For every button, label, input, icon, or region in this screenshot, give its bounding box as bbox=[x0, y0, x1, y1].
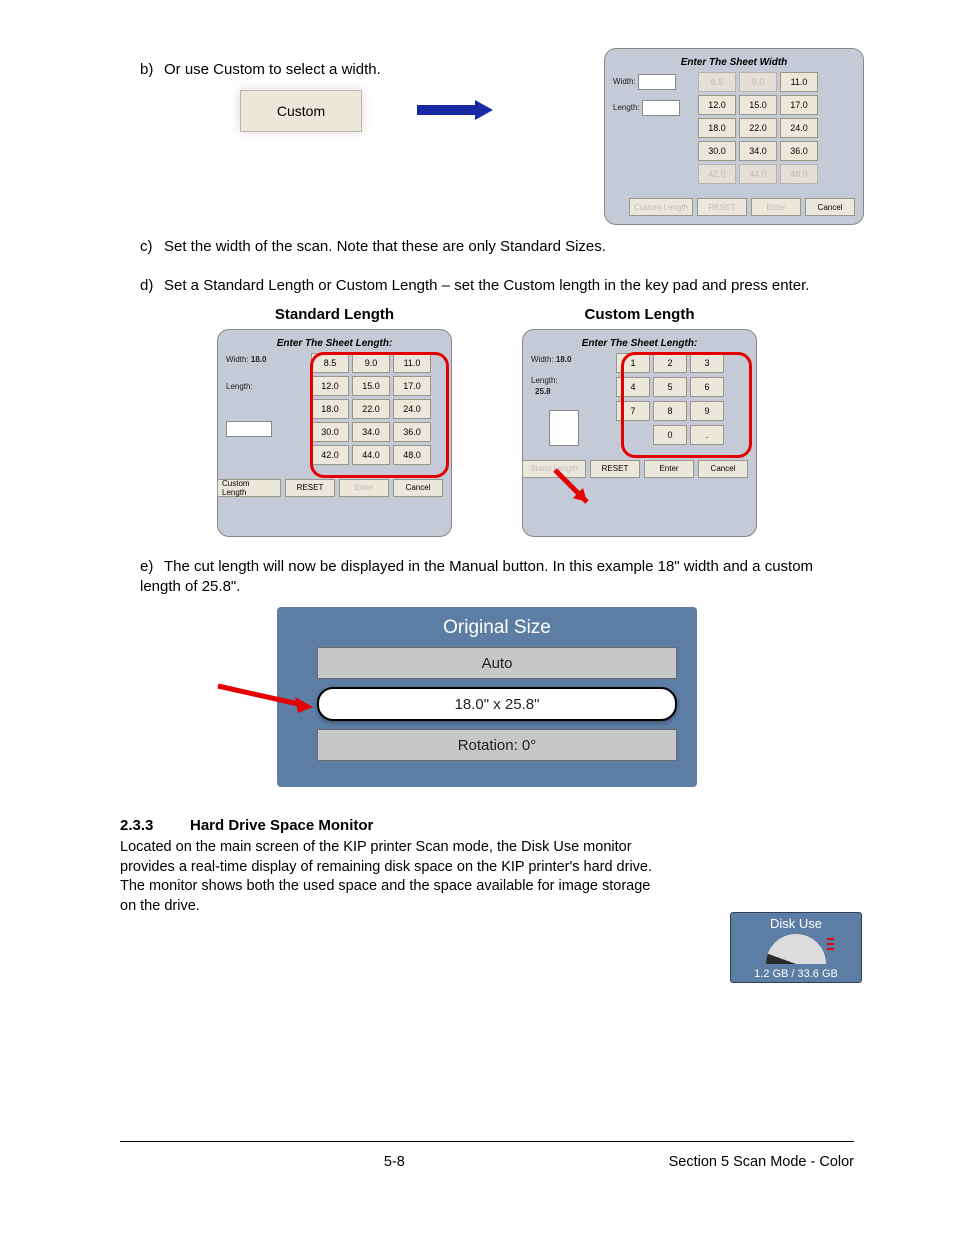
length-size-button[interactable]: 12.0 bbox=[311, 376, 349, 396]
width-size-button: 9.0 bbox=[739, 72, 777, 92]
dialog-enter-button[interactable]: Enter bbox=[644, 460, 694, 478]
dialog-cancel-button[interactable]: Cancel bbox=[698, 460, 748, 478]
width-size-button: 44.0 bbox=[739, 164, 777, 184]
auto-size-button[interactable]: Auto bbox=[317, 647, 677, 679]
custom-length-heading: Custom Length bbox=[522, 306, 757, 323]
section-heading: 2.3.3Hard Drive Space Monitor bbox=[120, 817, 854, 834]
length-size-button[interactable]: 17.0 bbox=[393, 376, 431, 396]
length-size-button[interactable]: 42.0 bbox=[311, 445, 349, 465]
length-slider[interactable] bbox=[226, 421, 272, 437]
dialog-title: Enter The Sheet Width bbox=[613, 57, 855, 68]
width-size-button[interactable]: 18.0 bbox=[698, 118, 736, 138]
dialog-enter-button: Enter bbox=[339, 479, 389, 497]
keypad-digit-button[interactable]: 8 bbox=[653, 401, 687, 421]
length-size-button[interactable]: 18.0 bbox=[311, 399, 349, 419]
length-size-button[interactable]: 9.0 bbox=[352, 353, 390, 373]
keypad-digit-button[interactable]: 3 bbox=[690, 353, 724, 373]
keypad-digit-button[interactable]: 1 bbox=[616, 353, 650, 373]
custom-button[interactable]: Custom bbox=[240, 90, 362, 132]
rotation-button[interactable]: Rotation: 0° bbox=[317, 729, 677, 761]
original-size-panel: Original Size Auto 18.0" x 25.8" Rotatio… bbox=[277, 607, 697, 787]
step-c: c)Set the width of the scan. Note that t… bbox=[140, 237, 854, 257]
dialog-enter-button: Enter bbox=[751, 198, 801, 216]
footer-rule bbox=[120, 1141, 854, 1142]
length-size-button[interactable]: 36.0 bbox=[393, 422, 431, 442]
width-size-button[interactable]: 22.0 bbox=[739, 118, 777, 138]
dialog-custom-length-button[interactable]: Custom Length bbox=[217, 479, 281, 497]
keypad-digit-button[interactable]: 2 bbox=[653, 353, 687, 373]
length-size-button[interactable]: 8.5 bbox=[311, 353, 349, 373]
section-body: Located on the main screen of the KIP pr… bbox=[120, 838, 660, 916]
arrow-icon bbox=[417, 100, 497, 120]
width-size-button[interactable]: 15.0 bbox=[739, 95, 777, 115]
manual-size-button[interactable]: 18.0" x 25.8" bbox=[317, 687, 677, 721]
length-size-button[interactable]: 15.0 bbox=[352, 376, 390, 396]
width-size-button[interactable]: 24.0 bbox=[780, 118, 818, 138]
width-size-button: 42.0 bbox=[698, 164, 736, 184]
page-footer: 5-8 Section 5 Scan Mode - Color bbox=[120, 1154, 854, 1170]
disk-use-monitor: Disk Use 1.2 GB / 33.6 GB bbox=[730, 912, 862, 983]
width-field[interactable] bbox=[638, 74, 676, 90]
keypad-digit-button[interactable]: 9 bbox=[690, 401, 724, 421]
length-size-button[interactable]: 22.0 bbox=[352, 399, 390, 419]
sheet-width-dialog: Enter The Sheet Width Width: Length: 8.5… bbox=[604, 48, 864, 225]
length-size-button[interactable]: 34.0 bbox=[352, 422, 390, 442]
dialog-cancel-button[interactable]: Cancel bbox=[805, 198, 855, 216]
length-label: Length: bbox=[613, 103, 640, 112]
dialog-reset-button[interactable]: RESET bbox=[590, 460, 640, 478]
width-size-button[interactable]: 36.0 bbox=[780, 141, 818, 161]
dialog-stand-length-button: Stand Length bbox=[522, 460, 586, 478]
width-size-button: 48.0 bbox=[780, 164, 818, 184]
step-e: e)The cut length will now be displayed i… bbox=[140, 557, 854, 598]
dialog-cancel-button[interactable]: Cancel bbox=[393, 479, 443, 497]
width-size-button[interactable]: 11.0 bbox=[780, 72, 818, 92]
width-size-button[interactable]: 12.0 bbox=[698, 95, 736, 115]
dialog-reset-button[interactable]: RESET bbox=[285, 479, 335, 497]
keypad-digit-button[interactable]: 0 bbox=[653, 425, 687, 445]
standard-length-heading: Standard Length bbox=[217, 306, 452, 323]
length-entry-field[interactable] bbox=[549, 410, 579, 446]
length-field[interactable] bbox=[642, 100, 680, 116]
dialog-reset-button: RESET bbox=[697, 198, 747, 216]
gauge-icon bbox=[766, 934, 826, 964]
length-size-button[interactable]: 24.0 bbox=[393, 399, 431, 419]
length-size-button[interactable]: 30.0 bbox=[311, 422, 349, 442]
width-size-button[interactable]: 30.0 bbox=[698, 141, 736, 161]
length-size-button[interactable]: 44.0 bbox=[352, 445, 390, 465]
keypad-digit-button[interactable]: 4 bbox=[616, 377, 650, 397]
width-size-button: 8.5 bbox=[698, 72, 736, 92]
width-label: Width: bbox=[613, 77, 636, 86]
original-size-title: Original Size bbox=[317, 617, 677, 639]
dialog-custom-length-button: Custom Length bbox=[629, 198, 693, 216]
keypad-digit-button[interactable]: 5 bbox=[653, 377, 687, 397]
length-size-button[interactable]: 11.0 bbox=[393, 353, 431, 373]
step-d: d)Set a Standard Length or Custom Length… bbox=[140, 276, 854, 296]
width-size-button[interactable]: 17.0 bbox=[780, 95, 818, 115]
custom-length-dialog: Enter The Sheet Length: Width: 18.0 Leng… bbox=[522, 329, 757, 537]
keypad-digit-button[interactable]: 6 bbox=[690, 377, 724, 397]
keypad-digit-button[interactable]: . bbox=[690, 425, 724, 445]
standard-length-dialog: Enter The Sheet Length: Width: 18.0 Leng… bbox=[217, 329, 452, 537]
red-arrow-icon bbox=[213, 681, 323, 721]
width-size-button[interactable]: 34.0 bbox=[739, 141, 777, 161]
length-size-button[interactable]: 48.0 bbox=[393, 445, 431, 465]
keypad-digit-button[interactable]: 7 bbox=[616, 401, 650, 421]
